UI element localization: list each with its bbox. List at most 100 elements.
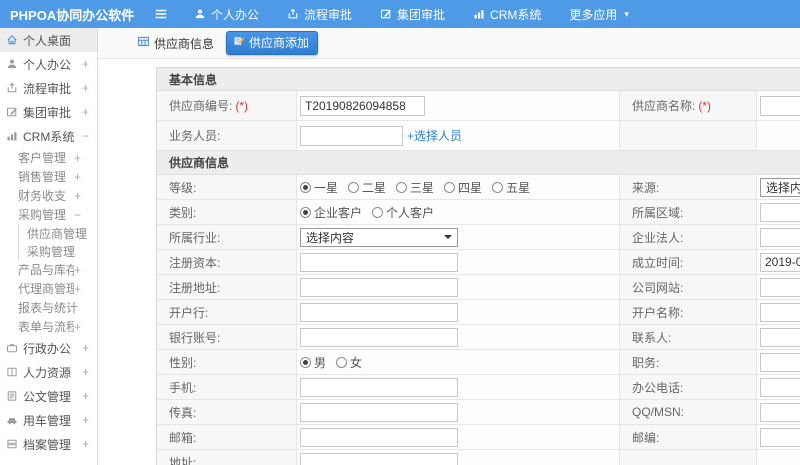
radio-option[interactable]: 个人客户 <box>372 204 434 221</box>
legal-person-label: 企业法人: <box>620 225 757 250</box>
sidebar-item-flow-approval[interactable]: 流程审批 + <box>0 76 97 100</box>
sidebar-item-product-inventory[interactable]: 产品与库存 + <box>0 260 97 279</box>
main-content: 供应商信息 供应商添加 基本信息 供应商编号: (*) T20190826094… <box>98 28 800 465</box>
sidebar-item-crm[interactable]: CRM系统 − <box>0 124 97 148</box>
legal-person-input[interactable] <box>760 227 800 247</box>
supplier-name-input[interactable] <box>760 95 800 116</box>
user-icon <box>194 8 206 20</box>
source-select[interactable]: 选择内容 <box>760 177 800 197</box>
legal-person-cell <box>757 225 800 250</box>
position-input[interactable] <box>760 352 800 372</box>
registered-address-input[interactable] <box>300 277 458 297</box>
choose-staff-link[interactable]: +选择人员 <box>407 127 462 144</box>
sidebar-item-customer-mgmt[interactable]: 客户管理 + <box>0 148 97 167</box>
radio-icon <box>348 181 360 193</box>
form-row: 类别: 企业客户 个人客户 所属区域: <box>157 200 800 225</box>
radio-option[interactable]: 男 <box>300 354 326 371</box>
sidebar-item-personal-desktop[interactable]: 个人桌面 <box>0 28 97 52</box>
address-label: 地址: <box>157 450 297 465</box>
hamburger-icon[interactable] <box>154 7 168 21</box>
sidebar-item-sales-mgmt[interactable]: 销售管理 + <box>0 167 97 186</box>
sidebar-item-reports[interactable]: 报表与统计 <box>0 298 97 317</box>
tab-supplier-info[interactable]: 供应商信息 <box>133 32 218 55</box>
industry-cell: 选择内容 <box>297 225 620 250</box>
bank-account-label: 银行账号: <box>157 325 297 350</box>
sidebar-item-purchase-mgmt[interactable]: 采购管理 − <box>0 205 97 224</box>
website-input[interactable] <box>760 277 800 297</box>
nav-more-apps[interactable]: 更多应用 ▾ <box>569 6 629 23</box>
radio-option[interactable]: 三星 <box>396 179 434 196</box>
fax-input[interactable] <box>300 402 458 422</box>
radio-option[interactable]: 女 <box>336 354 362 371</box>
zipcode-input[interactable] <box>760 427 800 447</box>
industry-select[interactable]: 选择内容 <box>300 227 458 247</box>
sidebar-item-admin-office[interactable]: 行政办公 + <box>0 336 97 360</box>
registered-capital-input[interactable] <box>300 252 458 272</box>
sidebar-item-vehicle-mgmt[interactable]: 用车管理 + <box>0 408 97 432</box>
sidebar-item-group-approval[interactable]: 集团审批 + <box>0 100 97 124</box>
nav-personal-office[interactable]: 个人办公 <box>194 6 259 23</box>
sidebar-item-document-mgmt[interactable]: 公文管理 + <box>0 384 97 408</box>
established-date-label: 成立时间: <box>620 250 757 275</box>
region-input[interactable] <box>760 202 800 222</box>
qq-msn-input[interactable] <box>760 402 800 422</box>
caret-down-icon: ▾ <box>624 8 629 19</box>
zipcode-cell <box>757 425 800 450</box>
form-row: 所属行业: 选择内容 企业法人: <box>157 225 800 250</box>
form-row: 银行账号: 联系人: <box>157 325 800 350</box>
sidebar-item-hr[interactable]: 人力资源 + <box>0 360 97 384</box>
fax-cell <box>297 400 620 425</box>
user-icon <box>6 58 18 70</box>
empty-field-cell <box>757 450 800 465</box>
region-cell <box>757 200 800 225</box>
chart-icon <box>6 130 18 142</box>
top-nav: 个人办公 流程审批 集团审批 CRM系统 更多应用 ▾ <box>194 6 629 23</box>
address-input[interactable] <box>300 452 458 465</box>
contact-label: 联系人: <box>620 325 757 350</box>
supplier-code-input[interactable] <box>300 95 425 116</box>
category-label: 类别: <box>157 200 297 225</box>
office-phone-input[interactable] <box>760 377 800 397</box>
radio-icon <box>300 356 311 368</box>
edit-icon <box>380 8 392 20</box>
sidebar-item-finance[interactable]: 财务收支 + <box>0 186 97 205</box>
radio-option[interactable]: 四星 <box>444 179 482 196</box>
sidebar-item-form-flow-settings[interactable]: 表单与流程设置 + <box>0 317 97 336</box>
sidebar-item-personal-office[interactable]: 个人办公 + <box>0 52 97 76</box>
bank-cell <box>297 300 620 325</box>
home-icon <box>6 34 18 46</box>
staff-cell: +选择人员 <box>297 121 620 151</box>
account-name-label: 开户名称: <box>620 300 757 325</box>
gender-cell: 男 女 <box>297 350 620 375</box>
sidebar-item-purchase-mgmt-sub[interactable]: 采购管理 <box>18 242 97 260</box>
nav-group-approval[interactable]: 集团审批 <box>380 6 445 23</box>
email-input[interactable] <box>300 427 458 447</box>
sidebar-item-agent-mgmt[interactable]: 代理商管理 + <box>0 279 97 298</box>
bank-input[interactable] <box>300 302 458 322</box>
account-name-input[interactable] <box>760 302 800 322</box>
supplier-code-label: 供应商编号: (*) <box>157 91 297 121</box>
mobile-input[interactable] <box>300 377 458 397</box>
address-cell <box>297 450 620 465</box>
contact-input[interactable] <box>760 327 800 347</box>
nav-flow-approval[interactable]: 流程审批 <box>287 6 352 23</box>
radio-option[interactable]: 五星 <box>492 179 530 196</box>
nav-crm[interactable]: CRM系统 <box>473 6 541 23</box>
bank-account-input[interactable] <box>300 327 458 347</box>
archive-icon <box>6 438 18 450</box>
sidebar-item-supplier-mgmt[interactable]: 供应商管理 <box>18 224 97 242</box>
sidebar-item-archive-mgmt[interactable]: 档案管理 + <box>0 432 97 456</box>
form-row: 性别: 男 女 职务: <box>157 350 800 375</box>
radio-option[interactable]: 企业客户 <box>300 204 362 221</box>
tab-supplier-add[interactable]: 供应商添加 <box>226 31 319 55</box>
established-date-input[interactable] <box>760 252 800 272</box>
staff-input[interactable] <box>300 125 403 146</box>
table-icon <box>137 35 150 51</box>
form-row: 传真: QQ/MSN: <box>157 400 800 425</box>
radio-icon <box>372 206 384 218</box>
radio-option[interactable]: 一星 <box>300 179 338 196</box>
category-cell: 企业客户 个人客户 <box>297 200 620 225</box>
radio-option[interactable]: 二星 <box>348 179 386 196</box>
category-radio-group: 企业客户 个人客户 <box>300 204 434 221</box>
source-label: 来源: <box>620 175 757 200</box>
